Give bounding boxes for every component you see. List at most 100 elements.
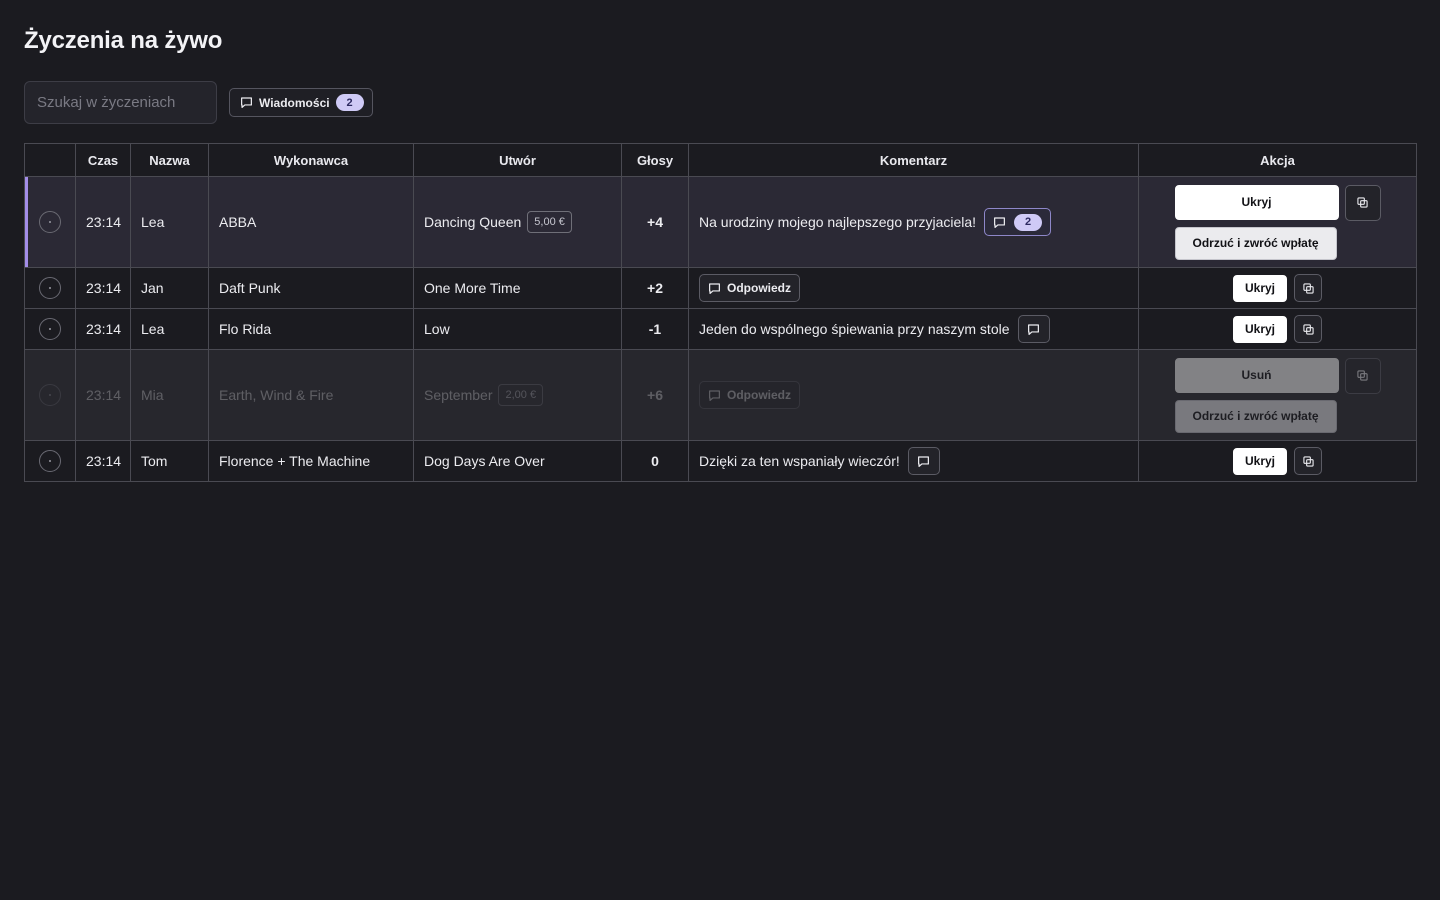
artist-cell: Earth, Wind & Fire <box>208 349 414 441</box>
header-votes[interactable]: Głosy <box>621 143 689 177</box>
row-select-cell <box>24 349 76 441</box>
comment-text: Jeden do wspólnego śpiewania przy naszym… <box>699 321 1010 337</box>
table-row-hidden: 23:14 Mia Earth, Wind & Fire September 2… <box>24 349 1417 441</box>
reject-refund-button[interactable]: Odrzuć i zwróć wpłatę <box>1174 226 1337 260</box>
song-cell: Low <box>413 308 622 350</box>
name-cell: Jan <box>130 267 209 309</box>
copy-icon <box>1302 282 1314 294</box>
copy-button[interactable] <box>1344 184 1381 221</box>
row-select-radio[interactable] <box>39 211 61 233</box>
chat-icon <box>1028 323 1039 335</box>
comment-thread-button[interactable] <box>1017 315 1050 343</box>
reject-refund-button[interactable]: Odrzuć i zwróć wpłatę <box>1174 399 1337 433</box>
action-cell: Ukryj <box>1138 308 1417 350</box>
hide-button[interactable]: Ukryj <box>1174 184 1339 220</box>
song-cell: Dog Days Are Over <box>413 440 622 482</box>
header-comment: Komentarz <box>688 143 1139 177</box>
copy-icon <box>1357 370 1368 381</box>
delete-button[interactable]: Usuń <box>1174 357 1339 393</box>
price-badge: 2,00 € <box>498 384 544 406</box>
header-name[interactable]: Nazwa <box>130 143 209 177</box>
row-select-cell <box>24 308 76 350</box>
hide-button[interactable]: Ukryj <box>1232 315 1288 343</box>
action-cell: Usuń Odrzuć i zwróć wpłatę <box>1138 349 1417 441</box>
copy-button[interactable] <box>1294 315 1323 343</box>
comment-text: Dzięki za ten wspaniały wieczór! <box>699 453 900 469</box>
artist-cell: Daft Punk <box>208 267 414 309</box>
chat-icon <box>918 455 930 467</box>
table-row: 23:14 Tom Florence + The Machine Dog Day… <box>24 440 1417 482</box>
name-cell: Tom <box>130 440 209 482</box>
song-cell: Dancing Queen 5,00 € <box>413 176 622 268</box>
reply-label: Odpowiedz <box>727 388 791 402</box>
page: Życzenia na żywo Wiadomości 2 Czas Nazwa… <box>0 0 1440 482</box>
name-cell: Lea <box>130 176 209 268</box>
name-text: Mia <box>141 387 164 403</box>
comment-thread-button[interactable] <box>907 447 940 475</box>
requests-table: Czas Nazwa Wykonawca Utwór Głosy Komenta… <box>24 143 1417 482</box>
song-title: Dog Days Are Over <box>424 453 545 469</box>
comment-thread-button[interactable]: 2 <box>984 208 1052 236</box>
copy-icon <box>1357 197 1368 208</box>
hide-button[interactable]: Ukryj <box>1232 447 1288 475</box>
row-select-radio[interactable] <box>39 277 61 299</box>
page-title: Życzenia na żywo <box>24 27 223 54</box>
table-row: 23:14 Jan Daft Punk One More Time +2 Odp… <box>24 267 1417 309</box>
action-cell: Ukryj <box>1138 267 1417 309</box>
song-title: One More Time <box>424 280 521 296</box>
song-title: Low <box>424 321 450 337</box>
messages-button[interactable]: Wiadomości 2 <box>229 88 373 117</box>
votes-cell: +6 <box>621 349 689 441</box>
artist-cell: Flo Rida <box>208 308 414 350</box>
name-cell: Lea <box>130 308 209 350</box>
time-cell: 23:14 <box>75 176 131 268</box>
search-input[interactable] <box>24 81 217 124</box>
row-select-cell <box>24 267 76 309</box>
messages-count-badge: 2 <box>335 94 364 111</box>
row-select-radio[interactable] <box>39 318 61 340</box>
copy-button[interactable] <box>1294 447 1323 475</box>
header-artist[interactable]: Wykonawca <box>208 143 414 177</box>
time-cell: 23:14 <box>75 440 131 482</box>
reply-button[interactable]: Odpowiedz <box>699 274 800 302</box>
copy-button[interactable] <box>1294 274 1323 302</box>
time-cell: 23:14 <box>75 267 131 309</box>
votes-text: +6 <box>647 387 663 403</box>
chat-icon <box>709 389 720 401</box>
song-cell: One More Time <box>413 267 622 309</box>
copy-icon <box>1302 323 1314 335</box>
comment-cell: Na urodziny mojego najlepszego przyjacie… <box>688 176 1139 268</box>
votes-cell: +2 <box>621 267 689 309</box>
row-select-radio[interactable] <box>39 450 61 472</box>
votes-cell: +4 <box>621 176 689 268</box>
copy-button[interactable] <box>1344 357 1381 394</box>
header-song[interactable]: Utwór <box>413 143 622 177</box>
song-cell: September 2,00 € <box>413 349 622 441</box>
votes-cell: -1 <box>621 308 689 350</box>
reply-button[interactable]: Odpowiedz <box>699 381 800 409</box>
row-select-radio[interactable] <box>39 384 61 406</box>
comment-count-badge: 2 <box>1014 213 1043 231</box>
messages-label: Wiadomości <box>259 95 330 110</box>
chat-icon <box>241 97 252 108</box>
comment-cell: Odpowiedz <box>688 349 1139 441</box>
action-cell: Ukryj Odrzuć i zwróć wpłatę <box>1138 176 1417 268</box>
table-header-row: Czas Nazwa Wykonawca Utwór Głosy Komenta… <box>24 143 1417 177</box>
song-title: Dancing Queen <box>424 214 522 230</box>
comment-cell: Dzięki za ten wspaniały wieczór! <box>688 440 1139 482</box>
hide-button[interactable]: Ukryj <box>1232 274 1288 302</box>
time-cell: 23:14 <box>75 308 131 350</box>
votes-cell: 0 <box>621 440 689 482</box>
header-time[interactable]: Czas <box>75 143 131 177</box>
song-title: September <box>424 387 493 403</box>
header-select <box>24 143 76 177</box>
copy-icon <box>1302 455 1314 467</box>
comment-cell: Odpowiedz <box>688 267 1139 309</box>
time-text: 23:14 <box>86 387 122 403</box>
toolbar: Wiadomości 2 <box>24 81 1416 124</box>
row-select-cell <box>24 440 76 482</box>
table-row: 23:14 Lea ABBA Dancing Queen 5,00 € +4 N… <box>24 176 1417 268</box>
chat-icon <box>709 282 720 294</box>
chat-icon <box>994 216 1006 228</box>
price-badge: 5,00 € <box>527 211 572 233</box>
